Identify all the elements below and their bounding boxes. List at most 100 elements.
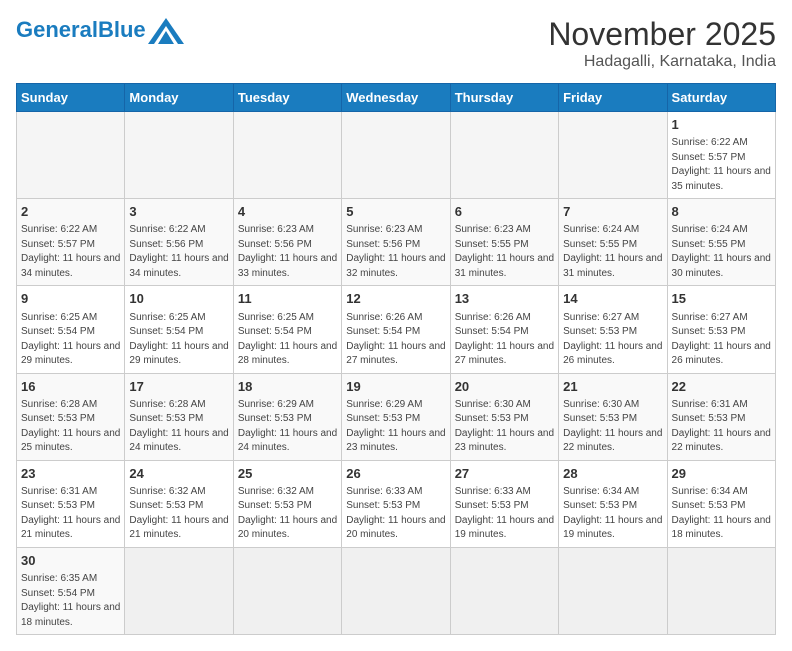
calendar-cell: 25 Sunrise: 6:32 AM Sunset: 5:53 PM Dayli… bbox=[233, 460, 341, 547]
calendar-cell: 24 Sunrise: 6:32 AM Sunset: 5:53 PM Dayli… bbox=[125, 460, 233, 547]
calendar-cell bbox=[559, 112, 667, 199]
day-info: Sunrise: 6:32 AM Sunset: 5:53 PM Dayligh… bbox=[129, 485, 228, 543]
day-info: Sunrise: 6:27 AM Sunset: 5:53 PM Dayligh… bbox=[672, 311, 771, 369]
day-info: Sunrise: 6:33 AM Sunset: 5:53 PM Dayligh… bbox=[455, 485, 554, 543]
calendar-cell: 29Sunrise: 6:34 AM Sunset: 5:53 PM Dayli… bbox=[667, 460, 775, 547]
calendar-cell: 14Sunrise: 6:27 AM Sunset: 5:53 PM Dayli… bbox=[559, 286, 667, 373]
calendar-cell bbox=[233, 547, 341, 634]
day-number: 10 bbox=[129, 290, 228, 308]
logo: GeneralBlue bbox=[16, 16, 184, 44]
calendar-cell: 13 Sunrise: 6:26 AM Sunset: 5:54 PM Dayli… bbox=[450, 286, 558, 373]
calendar-week-row: 30 Sunrise: 6:35 AM Sunset: 5:54 PM Dayli… bbox=[17, 547, 776, 634]
day-info: Sunrise: 6:23 AM Sunset: 5:55 PM Dayligh… bbox=[455, 223, 554, 281]
day-info: Sunrise: 6:23 AM Sunset: 5:56 PM Dayligh… bbox=[346, 223, 445, 281]
day-number: 22 bbox=[672, 378, 771, 396]
weekday-header: Thursday bbox=[450, 84, 558, 112]
calendar-cell: 16Sunrise: 6:28 AM Sunset: 5:53 PM Dayli… bbox=[17, 373, 125, 460]
day-number: 16 bbox=[21, 378, 120, 396]
day-number: 24 bbox=[129, 465, 228, 483]
header: GeneralBlue November 2025 Hadagalli, Kar… bbox=[16, 16, 776, 71]
title-area: November 2025 Hadagalli, Karnataka, Indi… bbox=[548, 16, 776, 71]
day-info: Sunrise: 6:35 AM Sunset: 5:54 PM Dayligh… bbox=[21, 572, 120, 630]
day-info: Sunrise: 6:29 AM Sunset: 5:53 PM Dayligh… bbox=[238, 398, 337, 456]
calendar-cell bbox=[233, 112, 341, 199]
calendar-cell: 15 Sunrise: 6:27 AM Sunset: 5:53 PM Dayli… bbox=[667, 286, 775, 373]
calendar-table: SundayMondayTuesdayWednesdayThursdayFrid… bbox=[16, 83, 776, 635]
calendar-cell: 6 Sunrise: 6:23 AM Sunset: 5:55 PM Daylig… bbox=[450, 199, 558, 286]
day-number: 17 bbox=[129, 378, 228, 396]
day-number: 15 bbox=[672, 290, 771, 308]
day-number: 30 bbox=[21, 552, 120, 570]
day-number: 19 bbox=[346, 378, 445, 396]
day-number: 20 bbox=[455, 378, 554, 396]
day-info: Sunrise: 6:26 AM Sunset: 5:54 PM Dayligh… bbox=[455, 311, 554, 369]
calendar-cell bbox=[125, 112, 233, 199]
day-info: Sunrise: 6:30 AM Sunset: 5:53 PM Dayligh… bbox=[455, 398, 554, 456]
calendar-body: 1 Sunrise: 6:22 AM Sunset: 5:57 PM Daylig… bbox=[17, 112, 776, 635]
weekday-header: Saturday bbox=[667, 84, 775, 112]
calendar-header: SundayMondayTuesdayWednesdayThursdayFrid… bbox=[17, 84, 776, 112]
logo-general: General bbox=[16, 17, 98, 42]
day-info: Sunrise: 6:31 AM Sunset: 5:53 PM Dayligh… bbox=[21, 485, 120, 543]
calendar-cell bbox=[342, 547, 450, 634]
calendar-cell: 9Sunrise: 6:25 AM Sunset: 5:54 PM Daylig… bbox=[17, 286, 125, 373]
day-info: Sunrise: 6:32 AM Sunset: 5:53 PM Dayligh… bbox=[238, 485, 337, 543]
day-info: Sunrise: 6:28 AM Sunset: 5:53 PM Dayligh… bbox=[129, 398, 228, 456]
calendar-cell: 21Sunrise: 6:30 AM Sunset: 5:53 PM Dayli… bbox=[559, 373, 667, 460]
day-info: Sunrise: 6:29 AM Sunset: 5:53 PM Dayligh… bbox=[346, 398, 445, 456]
calendar-cell: 5 Sunrise: 6:23 AM Sunset: 5:56 PM Daylig… bbox=[342, 199, 450, 286]
weekday-row: SundayMondayTuesdayWednesdayThursdayFrid… bbox=[17, 84, 776, 112]
day-number: 3 bbox=[129, 203, 228, 221]
day-number: 1 bbox=[672, 116, 771, 134]
day-info: Sunrise: 6:22 AM Sunset: 5:56 PM Dayligh… bbox=[129, 223, 228, 281]
weekday-header: Monday bbox=[125, 84, 233, 112]
calendar-cell: 17 Sunrise: 6:28 AM Sunset: 5:53 PM Dayli… bbox=[125, 373, 233, 460]
day-info: Sunrise: 6:27 AM Sunset: 5:53 PM Dayligh… bbox=[563, 311, 662, 369]
calendar-cell bbox=[450, 547, 558, 634]
day-number: 23 bbox=[21, 465, 120, 483]
calendar-cell: 26Sunrise: 6:33 AM Sunset: 5:53 PM Dayli… bbox=[342, 460, 450, 547]
calendar-week-row: 1Sunrise: 6:22 AM Sunset: 5:57 PM Daylig… bbox=[17, 112, 776, 199]
calendar-week-row: 2Sunrise: 6:22 AM Sunset: 5:57 PM Daylig… bbox=[17, 199, 776, 286]
calendar-cell bbox=[342, 112, 450, 199]
day-number: 6 bbox=[455, 203, 554, 221]
day-number: 8 bbox=[672, 203, 771, 221]
day-number: 13 bbox=[455, 290, 554, 308]
calendar-cell: 18Sunrise: 6:29 AM Sunset: 5:53 PM Dayli… bbox=[233, 373, 341, 460]
calendar-cell: 1Sunrise: 6:22 AM Sunset: 5:57 PM Daylig… bbox=[667, 112, 775, 199]
day-number: 5 bbox=[346, 203, 445, 221]
calendar-cell bbox=[559, 547, 667, 634]
day-info: Sunrise: 6:31 AM Sunset: 5:53 PM Dayligh… bbox=[672, 398, 771, 456]
calendar-cell: 3 Sunrise: 6:22 AM Sunset: 5:56 PM Daylig… bbox=[125, 199, 233, 286]
calendar-cell: 7Sunrise: 6:24 AM Sunset: 5:55 PM Daylig… bbox=[559, 199, 667, 286]
month-title: November 2025 bbox=[548, 16, 776, 53]
calendar-cell: 2Sunrise: 6:22 AM Sunset: 5:57 PM Daylig… bbox=[17, 199, 125, 286]
day-number: 26 bbox=[346, 465, 445, 483]
calendar-cell: 28Sunrise: 6:34 AM Sunset: 5:53 PM Dayli… bbox=[559, 460, 667, 547]
day-info: Sunrise: 6:22 AM Sunset: 5:57 PM Dayligh… bbox=[21, 223, 120, 281]
day-info: Sunrise: 6:24 AM Sunset: 5:55 PM Dayligh… bbox=[563, 223, 662, 281]
calendar-cell: 8 Sunrise: 6:24 AM Sunset: 5:55 PM Daylig… bbox=[667, 199, 775, 286]
day-info: Sunrise: 6:25 AM Sunset: 5:54 PM Dayligh… bbox=[21, 311, 120, 369]
calendar-cell bbox=[450, 112, 558, 199]
calendar-cell: 22 Sunrise: 6:31 AM Sunset: 5:53 PM Dayli… bbox=[667, 373, 775, 460]
day-info: Sunrise: 6:24 AM Sunset: 5:55 PM Dayligh… bbox=[672, 223, 771, 281]
calendar-cell: 11Sunrise: 6:25 AM Sunset: 5:54 PM Dayli… bbox=[233, 286, 341, 373]
calendar-cell: 4 Sunrise: 6:23 AM Sunset: 5:56 PM Daylig… bbox=[233, 199, 341, 286]
day-number: 27 bbox=[455, 465, 554, 483]
weekday-header: Tuesday bbox=[233, 84, 341, 112]
calendar-cell: 10 Sunrise: 6:25 AM Sunset: 5:54 PM Dayli… bbox=[125, 286, 233, 373]
calendar-cell bbox=[667, 547, 775, 634]
day-info: Sunrise: 6:25 AM Sunset: 5:54 PM Dayligh… bbox=[129, 311, 228, 369]
day-number: 25 bbox=[238, 465, 337, 483]
day-info: Sunrise: 6:23 AM Sunset: 5:56 PM Dayligh… bbox=[238, 223, 337, 281]
weekday-header: Wednesday bbox=[342, 84, 450, 112]
day-info: Sunrise: 6:34 AM Sunset: 5:53 PM Dayligh… bbox=[672, 485, 771, 543]
calendar-cell bbox=[17, 112, 125, 199]
calendar-cell: 19 Sunrise: 6:29 AM Sunset: 5:53 PM Dayli… bbox=[342, 373, 450, 460]
day-number: 4 bbox=[238, 203, 337, 221]
calendar-cell: 27 Sunrise: 6:33 AM Sunset: 5:53 PM Dayli… bbox=[450, 460, 558, 547]
weekday-header: Sunday bbox=[17, 84, 125, 112]
day-info: Sunrise: 6:26 AM Sunset: 5:54 PM Dayligh… bbox=[346, 311, 445, 369]
calendar-cell: 30 Sunrise: 6:35 AM Sunset: 5:54 PM Dayli… bbox=[17, 547, 125, 634]
